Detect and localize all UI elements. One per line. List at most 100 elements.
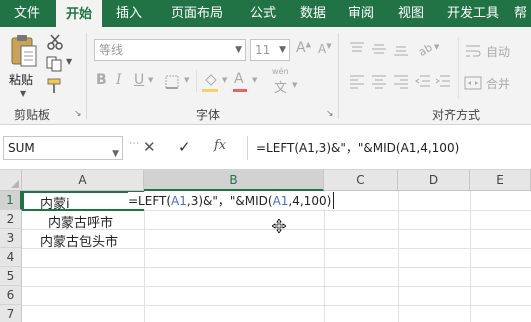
formula-input[interactable]: =LEFT(A1,3)&"，"&MID(A1,4,100) xyxy=(247,136,531,160)
font-size-value: 11 xyxy=(255,43,271,57)
align-right-icon[interactable] xyxy=(392,73,410,89)
cell-a1[interactable]: 内蒙i xyxy=(40,193,70,212)
worksheet-grid[interactable]: A B C D E 1 2 3 4 5 6 7 内蒙i 内蒙古呼市 内蒙古包头市… xyxy=(0,170,531,322)
column-header-c[interactable]: C xyxy=(324,170,398,191)
row-header-3[interactable]: 3 xyxy=(0,229,22,248)
format-painter-icon[interactable] xyxy=(46,78,64,94)
chevron-down-icon: ▼ xyxy=(235,45,242,55)
tab-page-layout[interactable]: 页面布局 xyxy=(158,0,236,27)
gridline xyxy=(22,267,531,268)
svg-text:ab: ab xyxy=(416,41,434,57)
orientation-dropdown-icon[interactable]: ▼ xyxy=(434,43,439,51)
wrap-text-button[interactable]: 自动 xyxy=(486,43,510,60)
ribbon-separator xyxy=(196,70,197,92)
tab-help[interactable]: 帮 xyxy=(510,0,531,27)
column-header-e[interactable]: E xyxy=(470,170,531,191)
font-name-value: 等线 xyxy=(99,43,124,57)
phonetic-guide-icon[interactable]: 文 xyxy=(274,77,287,96)
merge-center-button[interactable]: 合并 xyxy=(486,75,510,92)
row-header-2[interactable]: 2 xyxy=(0,210,22,229)
row-header-4[interactable]: 4 xyxy=(0,248,22,267)
tab-home[interactable]: 开始 xyxy=(56,0,102,27)
underline-icon[interactable]: U xyxy=(134,72,144,88)
chevron-down-icon: ▼ xyxy=(279,45,286,55)
tab-insert[interactable]: 插入 xyxy=(106,0,152,27)
font-color-swatch xyxy=(233,89,247,92)
cut-icon[interactable] xyxy=(46,34,64,50)
increase-indent-icon[interactable] xyxy=(434,73,452,89)
row-header-6[interactable]: 6 xyxy=(0,286,22,305)
column-header-d[interactable]: D xyxy=(398,170,470,191)
underline-dropdown-icon[interactable]: ▼ xyxy=(148,76,153,84)
decrease-indent-icon[interactable] xyxy=(414,73,432,89)
align-left-icon[interactable] xyxy=(348,73,366,89)
font-size-select[interactable]: 11 ▼ xyxy=(250,39,290,61)
orientation-icon[interactable]: ab xyxy=(416,41,434,57)
fill-color-dropdown-icon[interactable]: ▼ xyxy=(222,76,227,84)
bold-icon[interactable]: B xyxy=(96,72,107,88)
ribbon-separator xyxy=(458,37,459,99)
wrap-text-icon[interactable] xyxy=(464,43,482,59)
row-header-1[interactable]: 1 xyxy=(0,191,22,210)
align-middle-icon[interactable] xyxy=(370,41,388,57)
clipboard-launcher-icon[interactable]: ↘ xyxy=(74,109,82,119)
paste-icon[interactable] xyxy=(10,34,38,68)
tab-file[interactable]: 文件 xyxy=(2,0,52,27)
font-group-label: 字体 xyxy=(196,108,221,122)
name-box-value: SUM xyxy=(8,141,35,155)
font-launcher-icon[interactable]: ↘ xyxy=(326,109,334,119)
gridline xyxy=(398,191,399,322)
tab-developer[interactable]: 开发工具 xyxy=(440,0,506,27)
font-name-select[interactable]: 等线 ▼ xyxy=(94,39,246,61)
gridline xyxy=(324,191,325,322)
copy-icon[interactable] xyxy=(46,56,64,72)
paste-button[interactable]: 粘贴 xyxy=(9,71,33,88)
borders-dropdown-icon[interactable]: ▼ xyxy=(184,76,189,84)
column-header-b[interactable]: B xyxy=(144,170,324,191)
cell-a2[interactable]: 内蒙古呼市 xyxy=(48,212,113,231)
clipboard-group-label: 剪贴板 xyxy=(14,108,51,122)
align-bottom-icon[interactable] xyxy=(392,41,410,57)
fill-color-icon[interactable] xyxy=(202,72,220,88)
in-cell-formula-editor[interactable]: =LEFT(A1,3)&"，"&MID(A1,4,100) xyxy=(128,192,335,209)
phonetic-dropdown-icon[interactable]: ▼ xyxy=(292,81,297,89)
merge-center-icon[interactable] xyxy=(464,75,482,91)
row-header-5[interactable]: 5 xyxy=(0,267,22,286)
tab-formulas[interactable]: 公式 xyxy=(240,0,286,27)
fill-color-swatch xyxy=(202,89,218,92)
gridline xyxy=(22,305,531,306)
paste-dropdown-icon[interactable]: ▼ xyxy=(20,89,26,98)
tab-data[interactable]: 数据 xyxy=(290,0,336,27)
formula-reference: A1 xyxy=(272,194,289,208)
gridline xyxy=(22,286,531,287)
select-all-icon xyxy=(11,180,19,188)
ribbon-separator xyxy=(86,33,87,119)
gridline xyxy=(144,191,145,322)
italic-icon[interactable]: I xyxy=(116,72,122,88)
formula-bar-grip-icon[interactable]: ⋮ xyxy=(128,138,139,147)
align-center-icon[interactable] xyxy=(370,73,388,89)
enter-icon[interactable]: ✓ xyxy=(178,138,191,156)
cancel-icon[interactable]: ✕ xyxy=(143,138,156,156)
alignment-group-label: 对齐方式 xyxy=(432,108,481,122)
phonetic-wen-label: wén xyxy=(272,67,289,76)
chevron-down-icon: ▼ xyxy=(112,149,119,159)
ribbon-tab-bar: 文件 开始 插入 页面布局 公式 数据 审阅 视图 开发工具 帮 xyxy=(0,0,531,27)
column-header-a[interactable]: A xyxy=(22,170,144,191)
borders-icon[interactable] xyxy=(164,74,182,90)
formula-part: =LEFT( xyxy=(128,194,172,208)
cell-a3[interactable]: 内蒙古包头市 xyxy=(40,231,118,250)
copy-dropdown-icon[interactable]: ▼ xyxy=(66,57,72,66)
font-color-dropdown-icon[interactable]: ▼ xyxy=(252,76,257,84)
increase-font-icon[interactable]: A▲ xyxy=(296,40,311,56)
select-all-corner[interactable] xyxy=(0,170,22,191)
name-box[interactable]: SUM ▼ xyxy=(3,136,123,160)
tab-review[interactable]: 审阅 xyxy=(338,0,384,27)
align-top-icon[interactable] xyxy=(348,41,366,57)
font-color-icon[interactable]: A xyxy=(234,71,244,87)
formula-part: ,3)&"，"&MID( xyxy=(186,194,273,208)
insert-function-icon[interactable]: fx xyxy=(214,138,226,153)
decrease-font-icon[interactable]: A▼ xyxy=(318,42,332,56)
tab-view[interactable]: 视图 xyxy=(388,0,434,27)
row-header-7[interactable]: 7 xyxy=(0,305,22,322)
